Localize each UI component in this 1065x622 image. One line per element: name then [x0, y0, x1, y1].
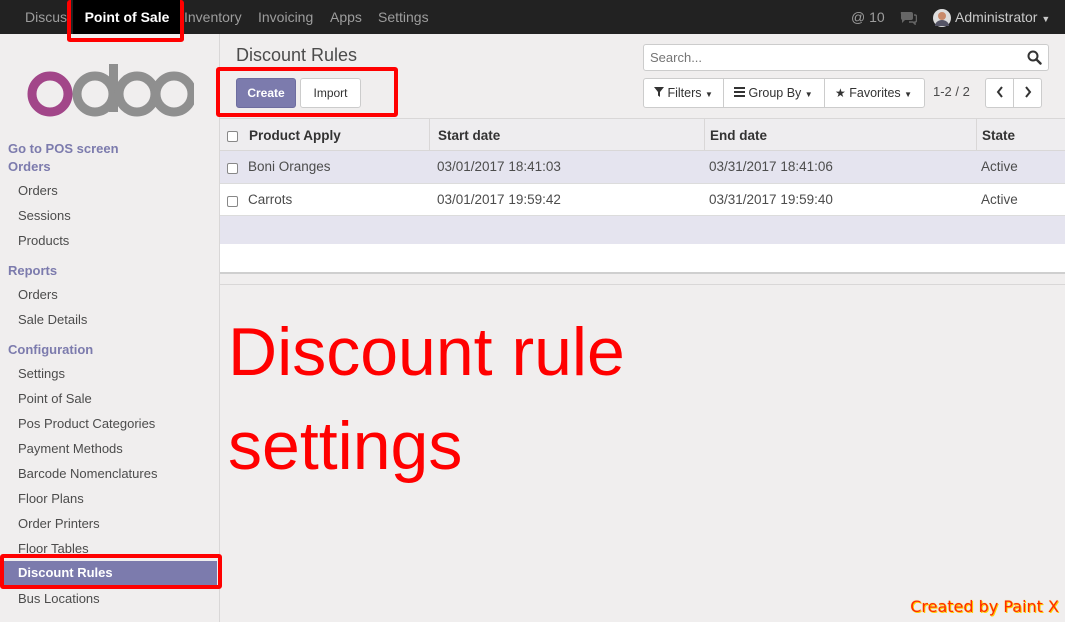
- list-icon: [734, 86, 745, 100]
- chat-icon[interactable]: [900, 0, 918, 34]
- watermark-credit: Created by Paint X: [910, 597, 1059, 616]
- annotation-text-line1: Discount rule: [228, 314, 625, 390]
- column-header-start-date[interactable]: Start date: [438, 119, 500, 152]
- cell-end-date: 03/31/2017 18:41:06: [709, 159, 833, 174]
- table-header: Product Apply Start date End date State: [220, 118, 1065, 152]
- filter-icon: [654, 86, 664, 100]
- sidebar-section-configuration: Configuration: [8, 342, 94, 357]
- chevron-left-icon: [996, 85, 1004, 101]
- menu-apps[interactable]: Apps: [330, 0, 362, 34]
- sidebar-item-point-of-sale[interactable]: Point of Sale: [18, 391, 92, 406]
- column-divider: [704, 119, 705, 152]
- column-header-end-date[interactable]: End date: [710, 119, 767, 152]
- caret-down-icon: ▼: [904, 90, 913, 99]
- sidebar-item-floor-plans[interactable]: Floor Plans: [18, 491, 84, 506]
- menu-settings[interactable]: Settings: [378, 0, 429, 34]
- user-name: Administrator: [955, 9, 1038, 25]
- annotation-text-line2: settings: [228, 408, 463, 484]
- column-header-product-apply[interactable]: Product Apply: [249, 119, 341, 152]
- sidebar-item-pos-product-categories[interactable]: Pos Product Categories: [18, 416, 155, 431]
- menu-discuss[interactable]: Discuss: [25, 0, 71, 34]
- sidebar-item-products[interactable]: Products: [18, 233, 69, 248]
- sidebar-link-goto-pos[interactable]: Go to POS screen: [8, 141, 119, 156]
- favorites-label: Favorites: [849, 86, 901, 100]
- sidebar-item-barcode-nomenclatures[interactable]: Barcode Nomenclatures: [18, 466, 157, 481]
- cell-start-date: 03/01/2017 18:41:03: [437, 159, 561, 174]
- column-header-state[interactable]: State: [982, 119, 1015, 152]
- divider: [220, 284, 1065, 285]
- table-row[interactable]: Boni Oranges 03/01/2017 18:41:03 03/31/2…: [220, 151, 1065, 184]
- chevron-right-icon: [1024, 85, 1032, 101]
- user-avatar[interactable]: [933, 0, 951, 34]
- sidebar-item-orders[interactable]: Orders: [18, 183, 58, 198]
- favorites-dropdown[interactable]: ★ Favorites ▼: [824, 78, 925, 108]
- select-all-checkbox[interactable]: [227, 131, 238, 142]
- annotation-box-point-of-sale: [67, 0, 184, 42]
- column-divider: [976, 119, 977, 152]
- column-divider: [429, 119, 430, 152]
- row-checkbox[interactable]: [227, 196, 238, 207]
- search-input[interactable]: [650, 45, 1020, 70]
- cell-product: Carrots: [248, 192, 293, 207]
- sidebar-section-orders: Orders: [8, 159, 51, 174]
- page-title: Discount Rules: [236, 45, 358, 65]
- sidebar-section-reports: Reports: [8, 263, 58, 278]
- cell-state: Active: [981, 192, 1018, 207]
- row-checkbox[interactable]: [227, 163, 238, 174]
- annotation-box-discount-rules: [0, 554, 222, 589]
- caret-down-icon: ▼: [705, 90, 713, 99]
- table-footer: [220, 244, 1065, 274]
- groupby-dropdown[interactable]: Group By ▼: [723, 78, 825, 108]
- sidebar-item-payment-methods[interactable]: Payment Methods: [18, 441, 123, 456]
- cell-start-date: 03/01/2017 19:59:42: [437, 192, 561, 207]
- odoo-logo: [26, 64, 197, 123]
- table-row[interactable]: Carrots 03/01/2017 19:59:42 03/31/2017 1…: [220, 184, 1065, 216]
- sidebar-item-sale-details[interactable]: Sale Details: [18, 312, 87, 327]
- pager-previous-button[interactable]: [985, 78, 1014, 108]
- search-icon[interactable]: [1027, 50, 1042, 68]
- table-row-empty: [220, 216, 1065, 244]
- star-icon: ★: [835, 86, 846, 100]
- cell-product: Boni Oranges: [248, 159, 331, 174]
- menu-invoicing[interactable]: Invoicing: [258, 0, 313, 34]
- groupby-label: Group By: [748, 86, 802, 100]
- pager-value[interactable]: 1-2 / 2: [933, 78, 970, 108]
- filters-label: Filters: [667, 86, 702, 100]
- sidebar-item-sessions[interactable]: Sessions: [18, 208, 71, 223]
- filters-dropdown[interactable]: Filters ▼: [643, 78, 724, 108]
- cell-state: Active: [981, 159, 1018, 174]
- caret-down-icon: ▼: [804, 90, 813, 99]
- caret-down-icon: ▼: [1041, 14, 1051, 24]
- sidebar: [0, 34, 220, 622]
- sidebar-item-order-printers[interactable]: Order Printers: [18, 516, 100, 531]
- annotation-box-create-import: [216, 67, 398, 117]
- sidebar-item-bus-locations[interactable]: Bus Locations: [18, 591, 100, 606]
- pager-next-button[interactable]: [1013, 78, 1042, 108]
- user-menu[interactable]: Administrator ▼: [955, 0, 1050, 34]
- menu-inventory[interactable]: Inventory: [184, 0, 242, 34]
- search-box: [643, 44, 1049, 71]
- cell-end-date: 03/31/2017 19:59:40: [709, 192, 833, 207]
- sidebar-item-settings[interactable]: Settings: [18, 366, 65, 381]
- sidebar-item-report-orders[interactable]: Orders: [18, 287, 58, 302]
- notifications-counter[interactable]: @ 10: [851, 0, 885, 34]
